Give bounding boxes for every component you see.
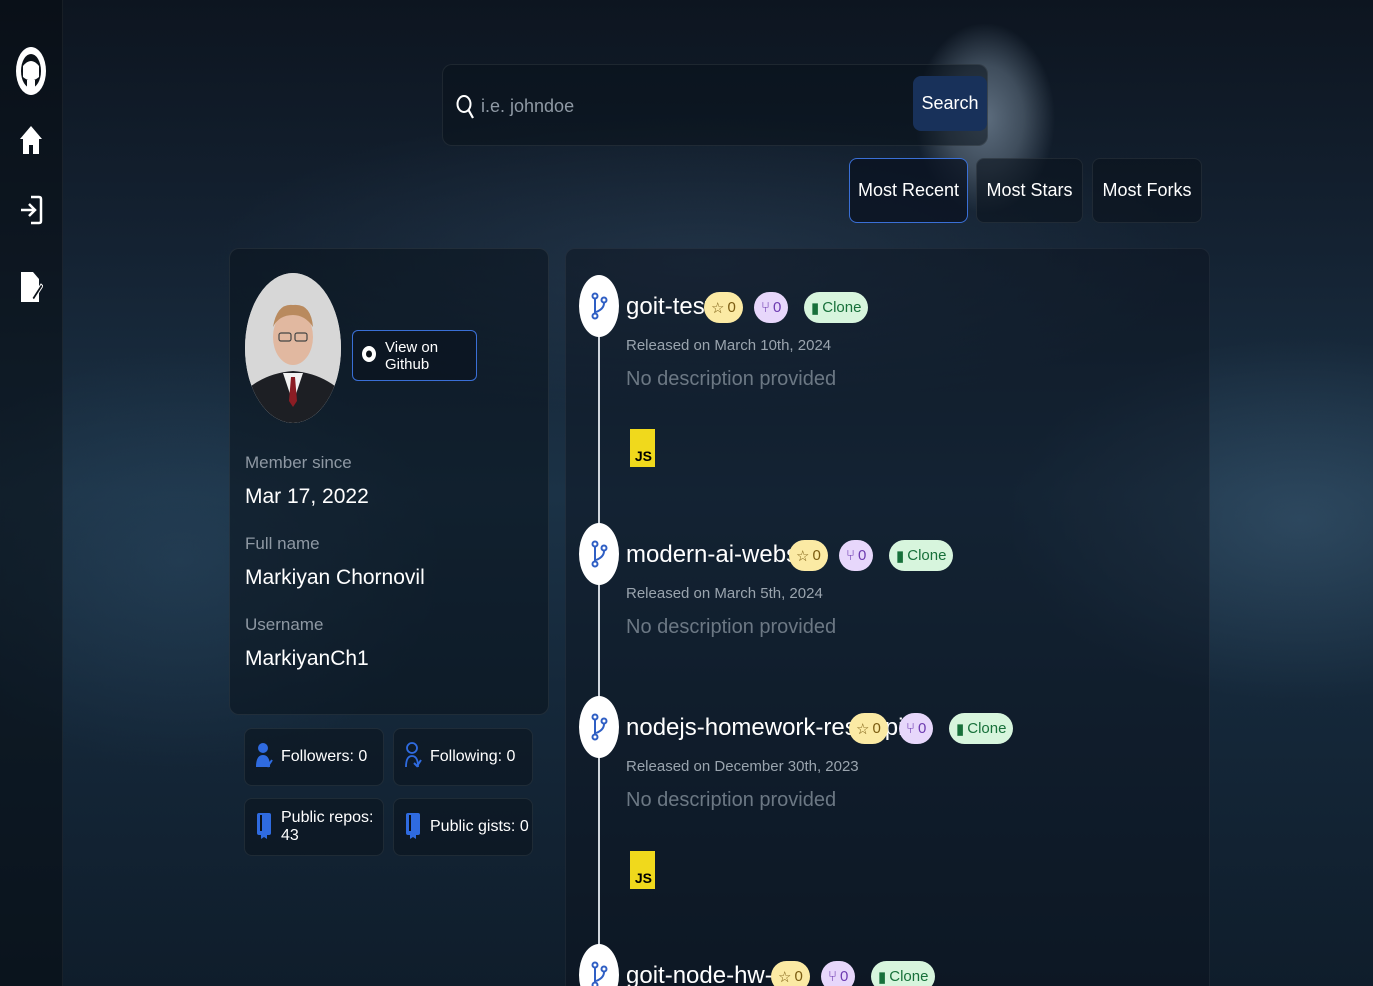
- fork-count-badge: ⑂ 0: [899, 713, 934, 744]
- javascript-language-icon: JS: [630, 851, 655, 889]
- star-icon: ☆: [711, 299, 725, 317]
- sort-most-forks-button[interactable]: Most Forks: [1092, 158, 1202, 223]
- followers-icon: [255, 741, 273, 774]
- search-bar: Search: [442, 64, 988, 146]
- username-value: MarkiyanCh1: [245, 647, 369, 670]
- signup-edit-icon[interactable]: [19, 270, 43, 304]
- fork-count: 0: [918, 720, 927, 737]
- star-count-badge: ☆ 0: [789, 540, 828, 571]
- full-name-label: Full name: [245, 534, 320, 553]
- star-count: 0: [812, 547, 821, 564]
- repo-release-date: Released on December 30th, 2023: [626, 758, 859, 775]
- following-icon: [404, 741, 422, 774]
- home-icon[interactable]: [19, 124, 43, 156]
- avatar: [245, 273, 341, 423]
- clone-button[interactable]: ▮ Clone: [949, 713, 1014, 744]
- eye-icon: [361, 345, 377, 367]
- fork-count: 0: [840, 968, 849, 985]
- full-name-value: Markiyan Chornovil: [245, 566, 425, 589]
- copy-icon: ▮: [878, 968, 887, 986]
- sort-most-stars-button[interactable]: Most Stars: [976, 158, 1083, 223]
- repo-release-date: Released on March 10th, 2024: [626, 337, 832, 354]
- clone-label: Clone: [822, 299, 862, 316]
- clone-label: Clone: [907, 547, 947, 564]
- followers-count: Followers: 0: [281, 748, 368, 765]
- git-branch-icon: [579, 523, 619, 585]
- git-branch-icon: [579, 275, 619, 337]
- clone-label: Clone: [967, 720, 1007, 737]
- search-input[interactable]: [481, 87, 901, 125]
- search-icon: [455, 94, 475, 125]
- star-count-badge: ☆ 0: [849, 713, 888, 744]
- star-count-badge: ☆ 0: [704, 292, 743, 323]
- star-count: 0: [794, 968, 803, 985]
- star-icon: ☆: [778, 968, 792, 986]
- public-gists-count: Public gists: 0: [430, 818, 529, 835]
- fork-count: 0: [858, 547, 867, 564]
- search-button[interactable]: Search: [913, 76, 987, 131]
- star-count-badge: ☆ 0: [771, 961, 810, 986]
- fork-count-badge: ⑂ 0: [839, 540, 874, 571]
- repo-release-date: Released on March 5th, 2024: [626, 585, 823, 602]
- star-count: 0: [872, 720, 881, 737]
- member-since-value: Mar 17, 2022: [245, 485, 369, 508]
- gist-book-icon: [404, 811, 422, 844]
- javascript-language-icon: JS: [630, 429, 655, 467]
- repo-book-icon: [255, 811, 273, 844]
- login-icon[interactable]: [19, 194, 43, 226]
- fork-icon: ⑂: [828, 968, 838, 985]
- git-branch-icon: [579, 696, 619, 758]
- star-count: 0: [727, 299, 736, 316]
- public-gists-stat: Public gists: 0: [393, 798, 533, 856]
- username-label: Username: [245, 615, 324, 634]
- following-stat: Following: 0: [393, 728, 533, 786]
- github-logo-icon[interactable]: [14, 44, 48, 98]
- clone-label: Clone: [889, 968, 929, 985]
- fork-icon: ⑂: [846, 547, 856, 564]
- star-icon: ☆: [796, 547, 810, 565]
- clone-button[interactable]: ▮ Clone: [889, 540, 954, 571]
- timeline-line: [598, 289, 600, 986]
- sidebar: [0, 0, 63, 986]
- fork-count: 0: [773, 299, 782, 316]
- copy-icon: ▮: [811, 299, 820, 317]
- public-repos-stat: Public repos: 43: [244, 798, 384, 856]
- following-count: Following: 0: [430, 748, 516, 765]
- view-on-github-label: View on Github: [385, 338, 439, 373]
- repo-description: No description provided: [626, 368, 837, 390]
- fork-count-badge: ⑂ 0: [754, 292, 789, 323]
- clone-button[interactable]: ▮ Clone: [804, 292, 869, 323]
- repos-timeline: goit-test ☆ 0 ⑂ 0 ▮ Clone Released on March…: [565, 248, 1210, 986]
- profile-card: View on Github Member since Mar 17, 2022…: [229, 248, 549, 715]
- fork-icon: ⑂: [906, 720, 916, 737]
- fork-icon: ⑂: [761, 299, 771, 316]
- star-icon: ☆: [856, 720, 870, 738]
- followers-stat: Followers: 0: [244, 728, 384, 786]
- clone-button[interactable]: ▮ Clone: [871, 961, 936, 986]
- copy-icon: ▮: [956, 720, 965, 738]
- copy-icon: ▮: [896, 547, 905, 565]
- repo-name[interactable]: goit-test: [626, 293, 711, 321]
- repo-description: No description provided: [626, 616, 837, 638]
- view-on-github-button[interactable]: View on Github: [352, 330, 477, 381]
- sort-most-recent-button[interactable]: Most Recent: [849, 158, 968, 223]
- member-since-label: Member since: [245, 453, 352, 472]
- repo-description: No description provided: [626, 789, 837, 811]
- git-branch-icon: [579, 944, 619, 986]
- public-repos-count: Public repos: 43: [281, 809, 374, 844]
- fork-count-badge: ⑂ 0: [821, 961, 856, 986]
